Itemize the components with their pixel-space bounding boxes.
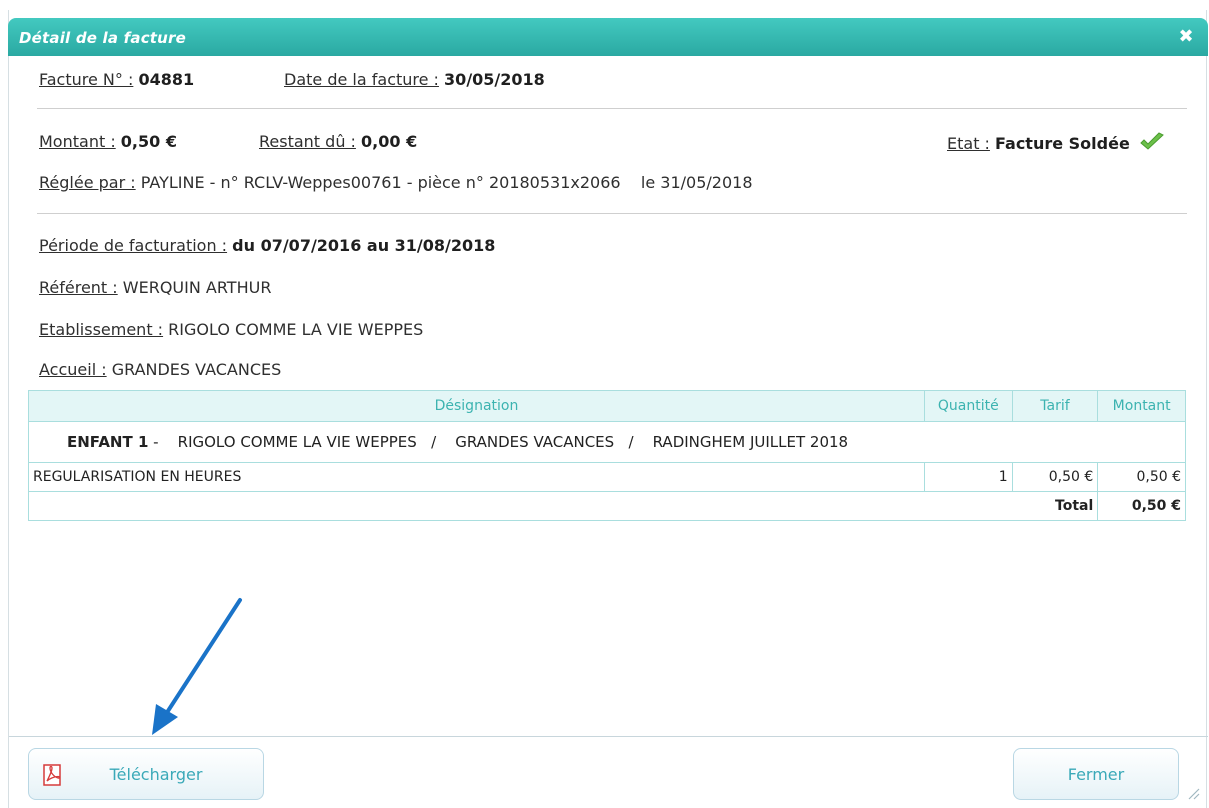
table-header-row: Désignation Quantité Tarif Montant (28, 390, 1186, 422)
reception-value: GRANDES VACANCES (111, 360, 282, 379)
state-label: Etat : (947, 134, 990, 153)
invoice-number-label: Facture N° : (39, 70, 134, 89)
period-value: du 07/07/2016 au 31/08/2018 (232, 236, 496, 255)
paid-by-value: PAYLINE - n° RCLV-Weppes00761 - pièce n°… (140, 173, 753, 192)
group-detail: - RIGOLO COMME LA VIE WEPPES / GRANDES V… (148, 433, 849, 451)
download-label: Télécharger (109, 764, 203, 784)
reception-label: Accueil : (39, 360, 107, 379)
establishment-row: Etablissement : RIGOLO COMME LA VIE WEPP… (39, 320, 423, 339)
row-amount: 0,50 € (1097, 462, 1186, 492)
invoice-number-row: Facture N° : 04881 (39, 70, 194, 89)
invoice-date-label: Date de la facture : (284, 70, 439, 89)
establishment-value: RIGOLO COMME LA VIE WEPPES (168, 320, 424, 339)
table-row: REGULARISATION EN HEURES 1 0,50 € 0,50 € (28, 462, 1186, 492)
amount-label: Montant : (39, 132, 116, 151)
resize-handle-icon[interactable] (1184, 784, 1200, 804)
total-label: Total (27, 491, 1099, 521)
dialog-title: Détail de la facture (19, 29, 187, 47)
invoice-lines-table: Désignation Quantité Tarif Montant ENFAN… (27, 390, 1186, 521)
download-button[interactable]: Télécharger (28, 748, 264, 800)
close-button[interactable]: Fermer (1013, 748, 1179, 800)
column-header-designation: Désignation (28, 390, 925, 422)
column-header-quantity: Quantité (923, 390, 1013, 422)
table-total-row: Total 0,50 € (27, 491, 1186, 521)
referent-value: WERQUIN ARTHUR (122, 278, 272, 297)
reception-row: Accueil : GRANDES VACANCES (39, 360, 281, 379)
group-cell: ENFANT 1 - RIGOLO COMME LA VIE WEPPES / … (28, 421, 1186, 463)
paid-by-label: Réglée par : (39, 173, 136, 192)
invoice-date-row: Date de la facture : 30/05/2018 (284, 70, 545, 89)
establishment-label: Etablissement : (39, 320, 164, 339)
amount-row: Montant : 0,50 € (39, 132, 177, 151)
column-header-amount: Montant (1097, 390, 1186, 422)
remaining-row: Restant dû : 0,00 € (259, 132, 417, 151)
invoice-number: 04881 (138, 70, 195, 89)
period-label: Période de facturation : (39, 236, 228, 255)
dialog-title-bar: Détail de la facture ✖ (8, 18, 1208, 56)
remaining-value: 0,00 € (361, 132, 418, 151)
footer-separator (9, 736, 1208, 737)
state-value: Facture Soldée (995, 134, 1130, 153)
separator (37, 213, 1187, 214)
invoice-dialog: Détail de la facture ✖ Facture N° : 0488… (8, 10, 1208, 808)
column-header-rate: Tarif (1011, 390, 1099, 422)
separator (37, 108, 1187, 109)
total-value: 0,50 € (1097, 491, 1186, 521)
row-rate: 0,50 € (1011, 462, 1099, 492)
close-icon[interactable]: ✖ (1176, 27, 1196, 47)
check-icon (1139, 132, 1165, 156)
close-label: Fermer (1067, 764, 1125, 784)
period-row: Période de facturation : du 07/07/2016 a… (39, 236, 495, 255)
amount-value: 0,50 € (120, 132, 177, 151)
remaining-label: Restant dû : (259, 132, 356, 151)
invoice-date: 30/05/2018 (444, 70, 545, 89)
referent-row: Référent : WERQUIN ARTHUR (39, 278, 271, 297)
row-designation: REGULARISATION EN HEURES (28, 462, 925, 492)
paid-by-row: Réglée par : PAYLINE - n° RCLV-Weppes007… (39, 173, 753, 192)
group-child: ENFANT 1 (67, 433, 149, 451)
table-group-row: ENFANT 1 - RIGOLO COMME LA VIE WEPPES / … (28, 421, 1186, 463)
state-row: Etat : Facture Soldée (947, 132, 1165, 156)
referent-label: Référent : (39, 278, 118, 297)
row-quantity: 1 (923, 462, 1013, 492)
pdf-icon (41, 763, 65, 791)
